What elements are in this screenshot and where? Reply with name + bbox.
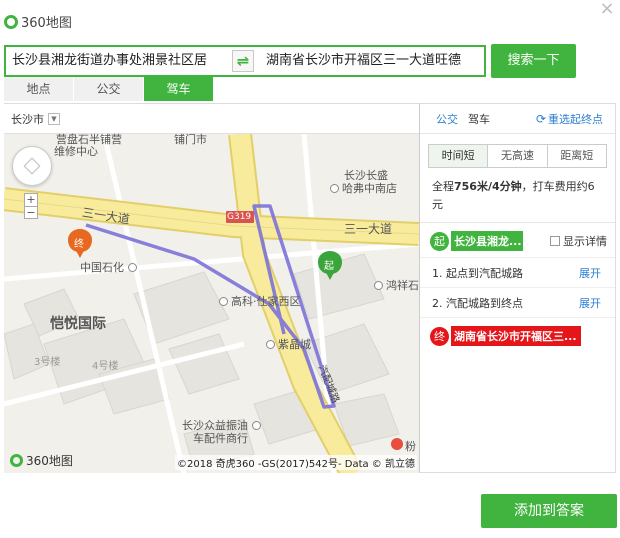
end-badge-icon: 终 <box>430 326 449 346</box>
map-copyright: ©2018 奇虎360 -GS(2017)542号- Data © 凯立德 <box>175 455 417 470</box>
city-selector[interactable]: 长沙市 ▼ <box>4 104 419 134</box>
map-label-hotel-b: 哈弗中南店 <box>330 180 397 196</box>
panel-header: 公交 驾车 ⟳ 重选起终点 <box>420 104 615 134</box>
poi-hongxiang: 鸿祥石 <box>374 277 419 293</box>
search-button[interactable]: 搜索一下 <box>491 44 576 78</box>
road-shield-g319: G319 <box>227 212 252 222</box>
expand-link[interactable]: 展开 <box>579 265 601 281</box>
poi-kaiyue: 恺悦国际 <box>50 316 106 332</box>
panel-tab-bus[interactable]: 公交 <box>436 111 458 127</box>
app-logo-text: 360地图 <box>21 16 72 31</box>
route-summary: 全程756米/4分钟，打车费用约6元 <box>420 168 615 223</box>
map-label-shop: 铺门市 <box>174 133 207 146</box>
swap-icon[interactable]: ⇌ <box>232 50 254 72</box>
poi-fen: 粉 <box>405 440 416 453</box>
poi-ziji: 紫晶城 <box>266 336 311 352</box>
tab-bus[interactable]: 公交 <box>74 77 144 101</box>
logo-ring-icon <box>10 454 23 467</box>
tab-drive[interactable]: 驾车 <box>144 77 214 101</box>
panel-tab-car[interactable]: 驾车 <box>468 111 490 127</box>
app-logo: 360地图 <box>4 12 72 31</box>
map-logo-text: 360地图 <box>26 454 73 468</box>
show-detail-toggle[interactable]: 显示详情 <box>550 233 607 249</box>
refresh-icon: ⟳ <box>535 111 546 126</box>
show-detail-label: 显示详情 <box>563 235 607 248</box>
route-preference-tabs: 时间短 无高速 距离短 <box>428 144 607 168</box>
reselect-label: 重选起终点 <box>548 112 603 126</box>
end-name: 湖南省长沙市开福区三... <box>451 326 581 346</box>
route-step: 1. 起点到汽配城路 展开 <box>420 257 615 287</box>
show-detail-checkbox[interactable] <box>550 236 560 246</box>
poi-auto-parts-b: 车配件商行 <box>193 432 248 445</box>
building-3: 3号楼 <box>34 357 61 368</box>
route-panel: 公交 驾车 ⟳ 重选起终点 时间短 无高速 距离短 全程756米/4分钟，打车费… <box>419 103 616 473</box>
tab-place[interactable]: 地点 <box>4 77 74 101</box>
chevron-down-icon: ▼ <box>48 112 60 125</box>
close-icon[interactable]: × <box>598 0 616 18</box>
route-step: 2. 汽配城路到终点 展开 <box>420 287 615 317</box>
city-name: 长沙市 <box>11 112 44 126</box>
poi-sinopec: 中国石化 <box>80 259 140 275</box>
expand-link[interactable]: 展开 <box>579 295 601 311</box>
logo-ring-icon <box>4 14 18 29</box>
zoom-control: + − <box>24 193 38 219</box>
end-input[interactable]: 湖南省长沙市开福区三一大道旺德 <box>258 47 484 75</box>
poi-gaoke: 高科·仕家西区 <box>219 293 301 309</box>
map-logo: 360地图 <box>10 452 73 469</box>
pref-tab-fastest[interactable]: 时间短 <box>429 145 489 167</box>
summary-distance: 756米/4分钟 <box>454 180 522 193</box>
summary-prefix: 全程 <box>432 180 454 193</box>
end-marker-icon[interactable]: 终 <box>74 235 84 250</box>
zoom-in-button[interactable]: + <box>25 194 37 206</box>
pan-control[interactable] <box>12 146 52 186</box>
building-4: 4号楼 <box>92 361 119 372</box>
route-search-bar: 长沙县湘龙街道办事处湘景社区居 ⇌ 湖南省长沙市开福区三一大道旺德 <box>4 45 486 77</box>
start-marker-icon[interactable]: 起 <box>324 257 334 272</box>
map-label-repair: 维修中心 <box>54 145 98 158</box>
step-text: 2. 汽配城路到终点 <box>432 296 523 310</box>
start-row: 起 长沙县湘龙... 显示详情 <box>420 223 615 257</box>
start-name: 长沙县湘龙... <box>451 231 523 251</box>
start-badge-icon: 起 <box>430 231 449 251</box>
map-canvas[interactable]: 长沙市 ▼ + − 营盘石半铺营 维修中心 铺门市 长沙长盛 哈弗中南店 三一大… <box>4 103 419 473</box>
road-label-sanyi-right: 三一大道 <box>344 222 393 236</box>
add-to-answer-button[interactable]: 添加到答案 <box>481 494 617 528</box>
start-input[interactable]: 长沙县湘龙街道办事处湘景社区居 <box>6 47 228 75</box>
pref-tab-shortest[interactable]: 距离短 <box>547 145 606 167</box>
reselect-link[interactable]: ⟳ 重选起终点 <box>536 111 603 127</box>
end-row: 终 湖南省长沙市开福区三... <box>420 317 615 352</box>
pref-tab-no-highway[interactable]: 无高速 <box>488 145 548 167</box>
step-text: 1. 起点到汽配城路 <box>432 266 523 280</box>
mode-tabs: 地点 公交 驾车 <box>4 77 214 101</box>
zoom-out-button[interactable]: − <box>25 206 37 218</box>
